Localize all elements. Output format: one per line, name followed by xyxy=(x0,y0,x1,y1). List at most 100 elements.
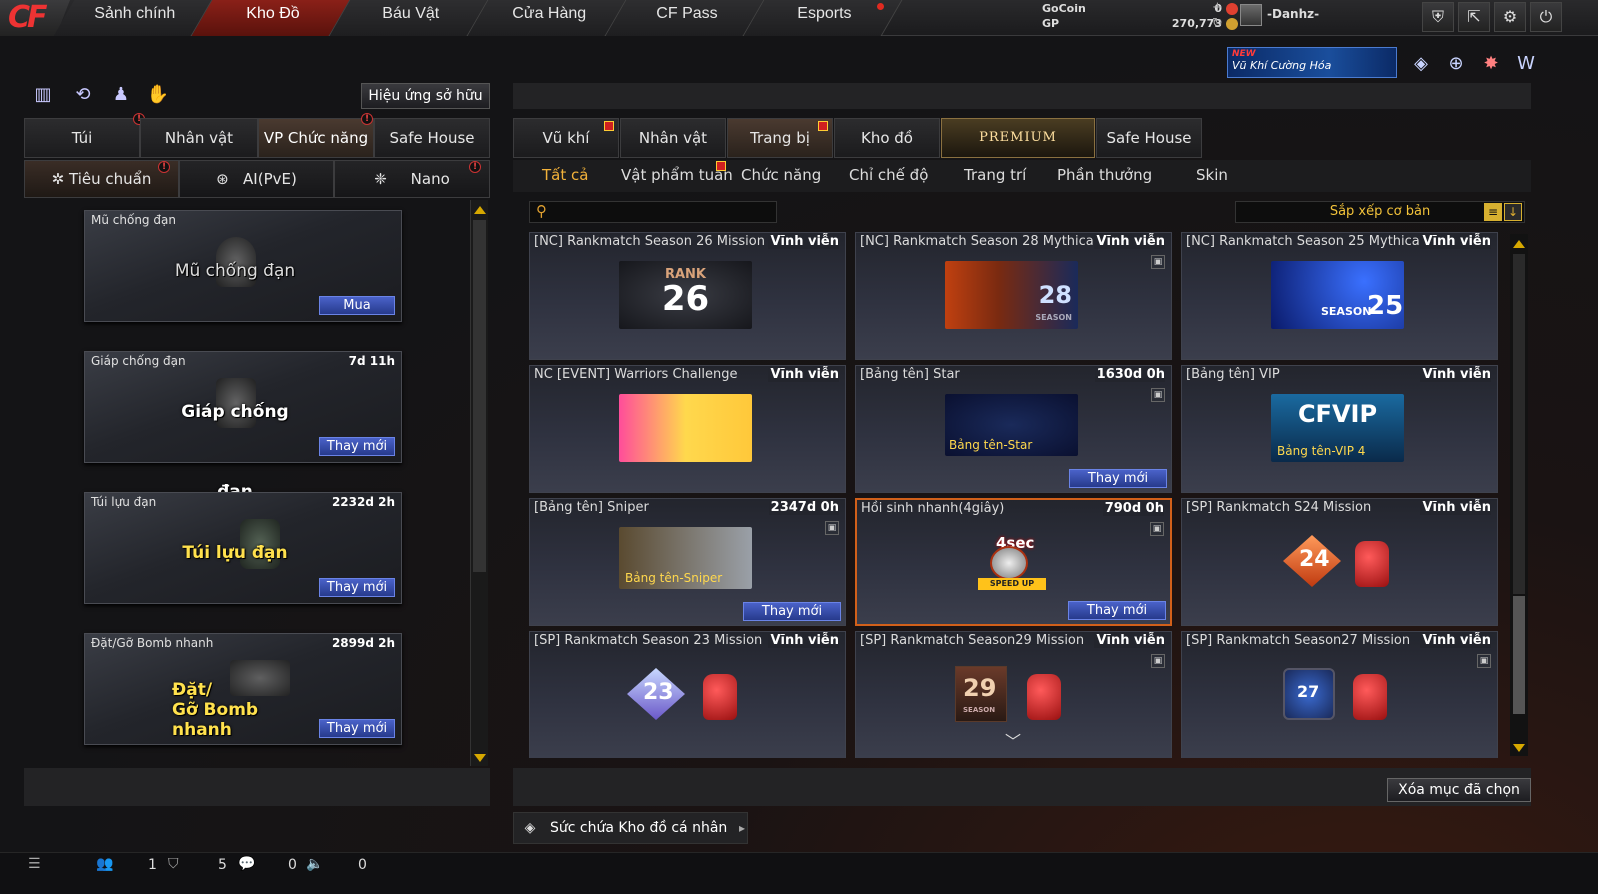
gp-icon xyxy=(1226,18,1238,30)
event-icon[interactable]: ✸ xyxy=(1478,51,1504,77)
grid-scrollbar[interactable] xyxy=(1510,234,1528,756)
menu-icon[interactable]: ☰ xyxy=(28,856,41,872)
speaker-icon[interactable]: 🔈 xyxy=(306,856,323,872)
list-view-icon[interactable]: ≡ xyxy=(1484,203,1502,221)
renew-button[interactable]: Thay mới xyxy=(1068,601,1166,620)
sort-dropdown[interactable]: Sắp xếp cơ bản ≡ ↓ xyxy=(1235,201,1525,223)
tab-storage[interactable]: Kho đồ xyxy=(834,118,940,158)
category-all[interactable]: Tất cả xyxy=(542,166,588,184)
category-mode-only[interactable]: Chỉ chế độ xyxy=(849,166,928,184)
lock-icon[interactable]: ▣ xyxy=(1151,388,1165,402)
tab-safe-house[interactable]: Safe House xyxy=(1096,118,1202,158)
nav-inventory[interactable]: Kho Đồ xyxy=(191,0,351,36)
tab-label: PREMIUM xyxy=(979,130,1057,145)
lock-icon[interactable]: ▣ xyxy=(1150,522,1164,536)
owned-effects-button[interactable]: Hiệu ứng sở hữu xyxy=(361,83,490,109)
item-card[interactable]: NC [EVENT] Warriors Challenge Vĩnh viễn xyxy=(529,365,846,493)
scroll-down-icon[interactable] xyxy=(1513,744,1525,752)
power-icon[interactable]: ⏻ xyxy=(1530,2,1562,32)
item-image-label: Túi lựu đạn xyxy=(182,543,288,563)
rank-badge-icon[interactable]: ◈ xyxy=(1408,51,1434,77)
subtab-ai-pve[interactable]: ⊛ AI(PvE) xyxy=(179,160,334,198)
chevron-down-icon[interactable]: ﹀ xyxy=(1001,734,1025,750)
gp-label: GP xyxy=(1042,17,1060,30)
extinguisher-icon xyxy=(703,674,737,720)
subtab-standard[interactable]: ✲ Tiêu chuẩn! xyxy=(24,160,179,198)
avatar[interactable] xyxy=(1240,4,1262,26)
renew-button[interactable]: Thay mới xyxy=(319,578,395,597)
lock-icon[interactable]: ▣ xyxy=(825,521,839,535)
scroll-up-icon[interactable] xyxy=(1513,240,1525,248)
gift-icon xyxy=(716,161,726,171)
nav-shop[interactable]: Cửa Hàng xyxy=(467,0,627,36)
item-card[interactable]: [NC] Rankmatch Season 26 Mission Vĩnh vi… xyxy=(529,232,846,360)
exit-room-icon[interactable]: ⇱ xyxy=(1458,2,1490,32)
search-input[interactable]: ⚲ xyxy=(529,201,777,223)
renew-button[interactable]: Thay mới xyxy=(743,602,841,621)
item-card-grenade-bag[interactable]: Túi lựu đạn 2232d 2h Túi lựu đạn Thay mớ… xyxy=(84,492,402,604)
renew-button[interactable]: Thay mới xyxy=(319,437,395,456)
item-card[interactable]: [Bảng tên] Sniper 2347d 0h ▣ Bảng tên-Sn… xyxy=(529,498,846,626)
tab-bag[interactable]: Túi! xyxy=(24,113,145,158)
lock-icon[interactable]: ▣ xyxy=(1151,654,1165,668)
item-name: NC [EVENT] Warriors Challenge xyxy=(534,367,738,382)
scroll-up-icon[interactable] xyxy=(474,206,486,214)
gear-icon[interactable]: ⚙ xyxy=(1494,2,1526,32)
vip-icon[interactable]: W xyxy=(1513,51,1539,77)
tab-equipment[interactable]: Trang bị xyxy=(727,118,833,158)
lock-icon[interactable]: ▣ xyxy=(1477,654,1491,668)
scroll-down-icon[interactable] xyxy=(474,754,486,762)
clan-icon[interactable]: ⛉ xyxy=(168,856,179,872)
item-card[interactable]: [Bảng tên] Star 1630d 0h ▣ Bảng tên-Star… xyxy=(855,365,1172,493)
tab-safe-house[interactable]: Safe House xyxy=(374,118,490,158)
item-card-selected[interactable]: Hồi sinh nhanh(4giây) 790d 0h ▣ 4sec SPE… xyxy=(855,498,1172,626)
category-bar: Tất cả Vật phẩm tuần Chức năng Chỉ chế đ… xyxy=(513,160,1531,192)
delete-selected-button[interactable]: Xóa mục đã chọn xyxy=(1387,778,1531,802)
lock-icon[interactable]: ▣ xyxy=(1151,255,1165,269)
nav-treasure[interactable]: Báu Vật xyxy=(329,0,489,36)
left-scrollbar[interactable] xyxy=(470,200,488,766)
buy-button[interactable]: Mua xyxy=(319,296,395,315)
item-card[interactable]: [SP] Rankmatch Season 23 Mission Vĩnh vi… xyxy=(529,631,846,758)
main-nav: Sảnh chính Kho Đồ Báu Vật Cửa Hàng CF Pa… xyxy=(53,0,903,36)
promo-banner[interactable]: NEW Vũ Khí Cường Hóa xyxy=(1227,47,1397,78)
shield-icon[interactable]: ⛨ xyxy=(1422,2,1454,32)
season-28-image: 28 SEASON xyxy=(945,261,1078,329)
item-card[interactable]: [NC] Rankmatch Season 25 Mythical Vĩnh v… xyxy=(1181,232,1498,360)
tab-character[interactable]: Nhân vật xyxy=(140,118,258,158)
item-card[interactable]: [SP] Rankmatch Season27 Mission Vĩnh viễ… xyxy=(1181,631,1498,758)
tab-label: Safe House xyxy=(1106,129,1192,147)
nav-lobby[interactable]: Sảnh chính xyxy=(53,0,213,36)
inventory-capacity-button[interactable]: ◈ Sức chứa Kho đồ cá nhân ▸ xyxy=(513,812,748,844)
scroll-thumb[interactable] xyxy=(1513,596,1525,714)
star-icon: ✲ xyxy=(51,170,69,188)
subtab-nano[interactable]: ❈ Nano! xyxy=(334,160,490,198)
sort-direction-icon[interactable]: ↓ xyxy=(1504,203,1522,221)
refresh-icon[interactable]: ⟲ xyxy=(70,82,96,108)
renew-button[interactable]: Thay mới xyxy=(319,719,395,738)
tab-function-items[interactable]: VP Chức năng! xyxy=(258,113,374,158)
tab-characters[interactable]: Nhân vật xyxy=(620,118,726,158)
item-card[interactable]: [Bảng tên] VIP Vĩnh viễn CFVIP Bảng tên-… xyxy=(1181,365,1498,493)
ranking-icon[interactable]: ▥ xyxy=(30,82,56,108)
item-card-armor[interactable]: Giáp chống đạn 7d 11h Giáp chống đạn Tha… xyxy=(84,351,402,502)
glove-icon[interactable]: ✋ xyxy=(145,82,171,108)
character-icon[interactable]: ♟ xyxy=(108,82,134,108)
category-decoration[interactable]: Trang trí xyxy=(964,166,1026,184)
tab-premium[interactable]: PREMIUM xyxy=(941,118,1095,158)
globe-icon[interactable]: ⊕ xyxy=(1443,51,1469,77)
item-card-helmet[interactable]: Mũ chống đạn Mũ chống đạn Mua xyxy=(84,210,402,322)
nav-cf-pass[interactable]: CF Pass xyxy=(605,0,765,36)
chat-icon[interactable]: 💬 xyxy=(238,856,255,872)
category-function[interactable]: Chức năng xyxy=(741,166,821,184)
scroll-thumb[interactable] xyxy=(473,220,486,572)
renew-button[interactable]: Thay mới xyxy=(1069,469,1167,488)
item-card[interactable]: [NC] Rankmatch Season 28 Mythical Vĩnh v… xyxy=(855,232,1172,360)
item-card-bomb-kit[interactable]: Đặt/Gỡ Bomb nhanh 2899d 2h Đặt/Gỡ Bomb n… xyxy=(84,633,402,745)
friends-icon[interactable]: 👥 xyxy=(96,856,113,872)
item-card[interactable]: [SP] Rankmatch S24 Mission Vĩnh viễn 24 xyxy=(1181,498,1498,626)
category-skin[interactable]: Skin xyxy=(1196,166,1228,184)
charge-icons[interactable]: + ↻ xyxy=(1212,0,1223,32)
category-rewards[interactable]: Phần thưởng xyxy=(1057,166,1152,184)
tab-weapons[interactable]: Vũ khí xyxy=(513,118,619,158)
